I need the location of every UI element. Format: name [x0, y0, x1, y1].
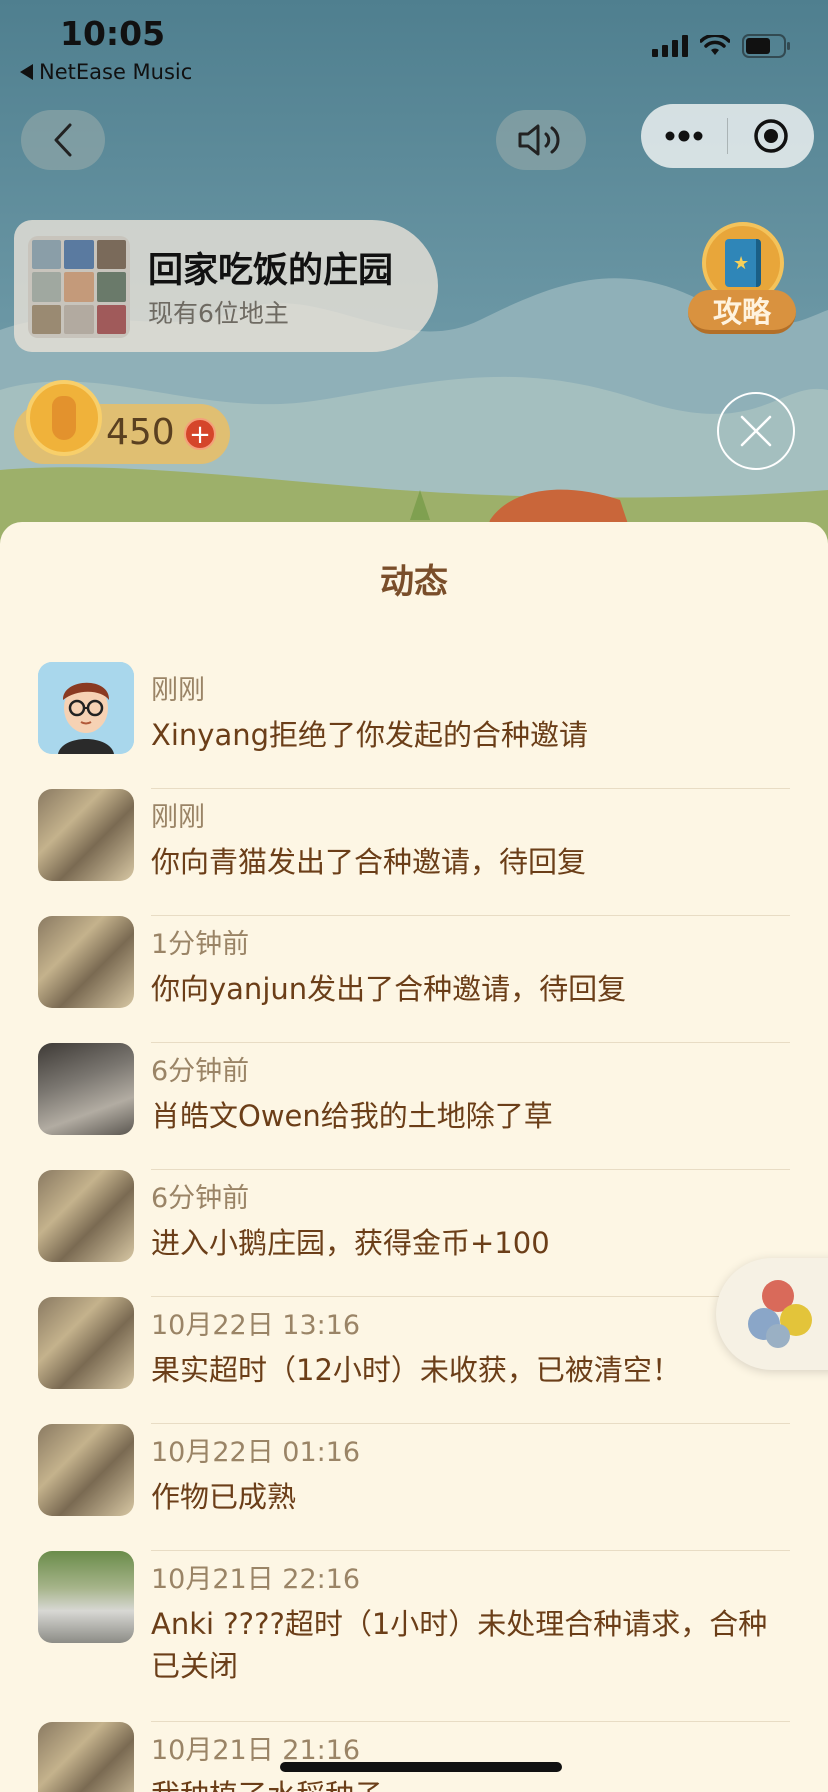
target-icon [754, 119, 788, 153]
feed-time: 刚刚 [151, 675, 205, 706]
feed-item: 刚刚 Xinyang拒绝了你发起的合种邀请 [0, 662, 828, 789]
feed-message: 进入小鹅庄园，获得金币+100 [151, 1226, 550, 1260]
close-miniprogram-button[interactable] [728, 104, 814, 168]
activity-feed: 刚刚 Xinyang拒绝了你发起的合种邀请 刚刚 你向青猫发出了合种邀请，待回复… [0, 662, 828, 1792]
guide-label: 攻略 [688, 290, 796, 334]
feed-time: 10月22日 01:16 [151, 1437, 361, 1468]
more-button[interactable] [641, 104, 727, 168]
feed-item: 10月22日 13:16 果实超时（12小时）未收获，已被清空！ [0, 1297, 828, 1424]
user-avatar[interactable] [38, 789, 134, 881]
farm-title: 回家吃饭的庄园 [148, 251, 394, 291]
feed-item: 6分钟前 进入小鹅庄园，获得金币+100 [0, 1170, 828, 1297]
feed-time: 6分钟前 [151, 1183, 250, 1214]
cartoon-face-icon [38, 662, 134, 754]
user-avatar[interactable] [38, 1170, 134, 1262]
feed-time: 10月21日 22:16 [151, 1564, 361, 1595]
sound-button[interactable] [496, 110, 586, 170]
signal-icon [652, 35, 688, 57]
speaker-icon [518, 124, 560, 156]
system-icons [652, 34, 792, 58]
user-avatar[interactable] [38, 662, 134, 754]
screen: 10:05 NetEase Music 回家吃饭的庄园 现有6位地主 ★ 攻略 … [0, 0, 828, 1792]
status-bar: 10:05 NetEase Music [0, 0, 828, 90]
user-avatar[interactable] [38, 1722, 134, 1792]
feed-time: 6分钟前 [151, 1056, 250, 1087]
feed-item: 6分钟前 肖皓文Owen给我的土地除了草 [0, 1043, 828, 1170]
farm-subtitle: 现有6位地主 [148, 299, 289, 328]
battery-icon [742, 34, 790, 58]
feed-message: 作物已成熟 [151, 1480, 297, 1514]
feed-item: 10月21日 21:16 我种植了水稻种子 [0, 1722, 828, 1792]
floating-widget-button[interactable] [716, 1258, 828, 1370]
feed-message: 你向yanjun发出了合种邀请，待回复 [151, 972, 627, 1006]
sheet-title: 动态 [380, 562, 448, 602]
miniprogram-capsule [641, 104, 814, 168]
more-dots-icon [665, 130, 703, 142]
chevron-left-icon [54, 123, 72, 157]
feed-item: 10月21日 22:16 Anki ????超时（1小时）未处理合种请求，合种已… [0, 1551, 828, 1722]
wifi-icon [700, 35, 730, 55]
farm-owner-avatars [28, 236, 130, 338]
user-avatar[interactable] [38, 1297, 134, 1389]
feed-message: 肖皓文Owen给我的土地除了草 [151, 1099, 553, 1133]
back-app-label: NetEase Music [39, 60, 193, 84]
back-button[interactable] [21, 110, 105, 170]
status-time: 10:05 [60, 14, 166, 53]
feed-time: 1分钟前 [151, 929, 250, 960]
feed-message: 我种植了水稻种子 [151, 1774, 791, 1792]
coin-value: 450 [106, 412, 175, 453]
back-to-app-link[interactable]: NetEase Music [20, 60, 192, 84]
feed-item: 刚刚 你向青猫发出了合种邀请，待回复 [0, 789, 828, 916]
feed-message: 果实超时（12小时）未收获，已被清空！ [151, 1353, 681, 1387]
feed-item: 10月22日 01:16 作物已成熟 [0, 1424, 828, 1551]
user-avatar[interactable] [38, 916, 134, 1008]
close-icon [740, 415, 772, 447]
user-avatar[interactable] [38, 1043, 134, 1135]
feed-message: Anki ????超时（1小时）未处理合种请求，合种已关闭 [151, 1607, 768, 1683]
activity-sheet: 动态 刚刚 Xinyang拒绝了你发起的合种邀请 刚刚 你向青猫发出了合种邀请，… [0, 522, 828, 1792]
coin-balance: 450 + [14, 380, 230, 464]
feed-time: 10月22日 13:16 [151, 1310, 361, 1341]
carrot-coin-icon [26, 380, 102, 456]
feed-item: 1分钟前 你向yanjun发出了合种邀请，待回复 [0, 916, 828, 1043]
feed-time: 刚刚 [151, 802, 205, 833]
feed-message: 你向青猫发出了合种邀请，待回复 [151, 845, 587, 879]
feed-message: Xinyang拒绝了你发起的合种邀请 [151, 718, 589, 752]
app-badge-icon [748, 1280, 812, 1348]
close-sheet-button[interactable] [717, 392, 795, 470]
farm-info-card[interactable]: 回家吃饭的庄园 现有6位地主 [14, 220, 438, 352]
user-avatar[interactable] [38, 1551, 134, 1643]
user-avatar[interactable] [38, 1424, 134, 1516]
guide-button[interactable]: 攻略 [686, 220, 798, 338]
back-triangle-icon [20, 64, 33, 80]
home-indicator [280, 1762, 562, 1772]
add-coins-button[interactable]: + [184, 418, 216, 450]
